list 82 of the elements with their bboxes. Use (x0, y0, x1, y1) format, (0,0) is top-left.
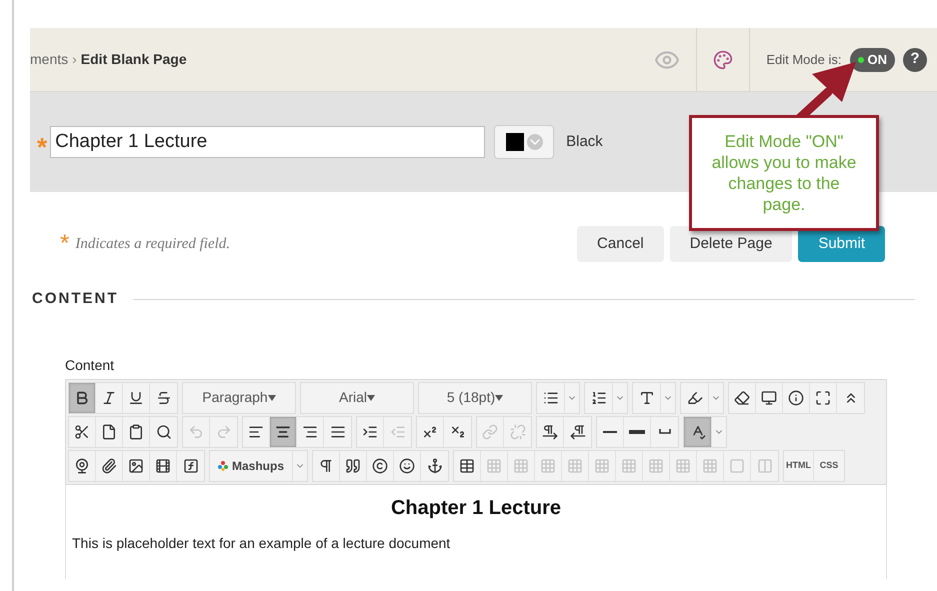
bold-icon (74, 390, 90, 406)
text-color-icon (638, 390, 654, 406)
function-icon (182, 458, 198, 474)
field-label: Content (65, 356, 116, 374)
edit-mode-label: Edit Mode is: (766, 50, 842, 69)
breadcrumb-current: Edit Blank Page (80, 50, 187, 69)
page-button[interactable]: Cancel (577, 226, 664, 262)
required-note: Indicates a required field. (75, 234, 230, 254)
webcam-icon (74, 458, 90, 474)
redo-icon (216, 424, 232, 440)
document-paragraph: This is placeholder text for an example of a lecture document (72, 534, 452, 553)
fullscreen-icon (815, 390, 831, 406)
highlighter-icon (686, 390, 702, 406)
media-icon (155, 458, 171, 474)
eraser-icon (734, 390, 750, 406)
image-icon (128, 458, 144, 474)
smiley-icon (399, 458, 416, 474)
table-icon (459, 458, 476, 474)
table-cell-icon (594, 458, 610, 474)
required-mark: * (60, 229, 70, 259)
document-heading: Chapter 1 Lecture (390, 496, 562, 520)
anchor-icon (426, 458, 443, 474)
unlink-icon (510, 424, 526, 440)
dots-icon (218, 460, 228, 470)
caret-icon (367, 394, 375, 400)
toolbar-button[interactable] (684, 416, 712, 446)
pilcrow-icon (318, 458, 334, 474)
breadcrumb-link[interactable]: ments (30, 49, 68, 70)
paste-icon (128, 424, 144, 440)
toolbar-button[interactable]: HTML (784, 450, 814, 480)
columns-icon (756, 458, 773, 474)
cut-icon (74, 424, 90, 440)
copyright-icon (372, 458, 388, 474)
undo-icon (188, 424, 204, 440)
search-icon (156, 424, 172, 440)
align-center-icon (275, 424, 291, 440)
indent-icon (362, 424, 378, 440)
toolbar-button[interactable] (270, 416, 297, 446)
section-heading: CONTENT (32, 289, 118, 309)
caret-icon (495, 394, 504, 400)
title-input[interactable]: Chapter 1 Lecture (50, 126, 486, 158)
table-cell-icon (513, 458, 530, 474)
outdent-icon (390, 424, 406, 440)
subscript-icon (450, 424, 466, 440)
table-cell-icon (567, 458, 584, 474)
paperclip-icon (101, 458, 117, 474)
table-cell-icon (540, 458, 556, 474)
table-cell-icon (486, 458, 502, 474)
help-button[interactable]: ? (903, 48, 927, 72)
info-icon (788, 390, 804, 406)
square-icon (729, 458, 746, 474)
table-cell-icon (702, 458, 718, 474)
italic-icon (101, 390, 117, 406)
copy-icon (101, 424, 117, 440)
color-label: Black (566, 132, 603, 152)
align-justify-icon (330, 424, 346, 440)
pilcrow-right-icon (542, 424, 558, 440)
chevron-icon (526, 134, 543, 150)
table-cell-icon (648, 458, 664, 474)
bullet-list-icon (542, 390, 558, 406)
breadcrumb-separator: › (72, 50, 77, 69)
caret-icon (268, 394, 276, 400)
table-cell-icon (621, 458, 638, 474)
required-mark: * (37, 130, 48, 164)
space-icon (658, 429, 670, 434)
edit-mode-toggle[interactable]: ON (850, 48, 895, 72)
align-left-icon (248, 424, 264, 440)
link-icon (482, 424, 498, 440)
color-picker[interactable] (494, 125, 554, 159)
align-right-icon (302, 424, 318, 440)
horizontal-rule-icon (603, 430, 617, 432)
callout-tooltip: Edit Mode "ON" allows you to make changes to the page. (689, 115, 879, 231)
superscript-icon (422, 424, 438, 440)
underline-icon (128, 390, 144, 406)
toolbar-button[interactable] (69, 382, 96, 412)
quote-icon (345, 458, 362, 474)
strikethrough-icon (156, 390, 172, 406)
table-cell-icon (675, 458, 692, 474)
numbered-list-icon (590, 390, 606, 406)
pilcrow-left-icon (570, 424, 586, 440)
palette-icon[interactable] (713, 50, 734, 70)
monitor-icon (761, 390, 777, 406)
